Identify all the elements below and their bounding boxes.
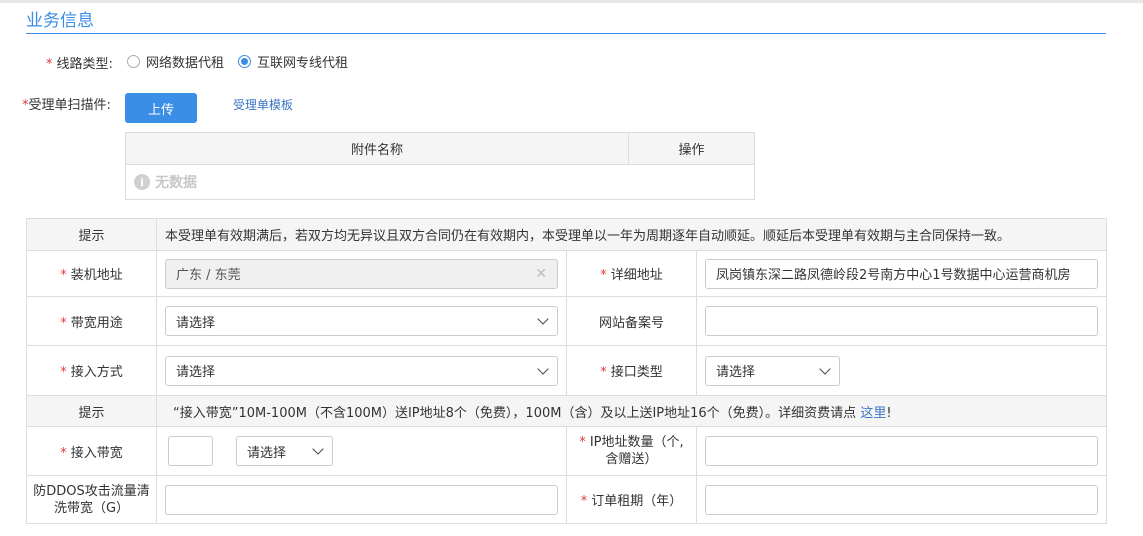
order-term-label: * 订单租期（年） — [566, 475, 697, 524]
tip-label-2: 提示 — [26, 395, 157, 427]
radio-network-data[interactable]: 网络数据代租 — [127, 52, 224, 71]
detail-address-label: * 详细地址 — [566, 250, 697, 297]
chevron-down-icon — [312, 443, 324, 455]
access-mode-select[interactable]: 请选择 — [165, 355, 558, 386]
chevron-down-icon — [537, 362, 549, 375]
template-link[interactable]: 受理单模板 — [233, 96, 293, 113]
chevron-down-icon — [537, 313, 549, 325]
attachments-table: 附件名称 操作 i 无数据 — [125, 132, 755, 200]
business-form-table: 提示 本受理单有效期满后，若双方均无异议且双方合同仍在有效期内，本受理单以一年为… — [26, 218, 1108, 524]
radio-checked-icon — [238, 55, 252, 68]
attachments-empty: i 无数据 — [126, 165, 754, 199]
tip-validity-text: 本受理单有效期满后，若双方均无异议且双方合同仍在有效期内，本受理单以一年为周期逐… — [155, 218, 1108, 251]
attachments-header: 附件名称 操作 — [126, 133, 754, 165]
interface-type-label: * 接口类型 — [566, 345, 697, 396]
bandwidth-use-label: * 带宽用途 — [26, 296, 157, 346]
col-action: 操作 — [678, 143, 705, 158]
bandwidth-use-select[interactable]: 请选择 — [165, 306, 558, 336]
top-divider — [0, 0, 1143, 3]
tip-bandwidth-text: “接入带宽”10M-100M（不含100M）送IP地址8个（免费），100M（含… — [155, 395, 1108, 427]
line-type-radio-group: 网络数据代租 互联网专线代租 — [127, 52, 348, 71]
radio-unchecked-icon — [127, 55, 140, 68]
access-bandwidth-label: * 接入带宽 — [26, 426, 157, 476]
interface-type-select[interactable]: 请选择 — [705, 355, 840, 386]
clear-icon[interactable]: ✕ — [535, 266, 547, 282]
site-record-input[interactable] — [705, 306, 1099, 336]
ip-count-input[interactable] — [705, 436, 1099, 466]
section-divider — [26, 33, 1106, 34]
upload-button[interactable]: 上传 — [125, 93, 197, 123]
access-bandwidth-input[interactable] — [168, 436, 213, 466]
scan-label: *受理单扫描件: — [22, 98, 111, 113]
ip-count-label: * IP地址数量（个,含赠送） — [566, 426, 697, 476]
site-record-label: 网站备案号 — [566, 296, 697, 346]
tip-label: 提示 — [26, 218, 157, 251]
ddos-label: 防DDOS攻击流量清洗带宽（G） — [26, 475, 157, 524]
info-icon: i — [134, 174, 150, 190]
chevron-down-icon — [819, 362, 831, 375]
ddos-input[interactable] — [165, 484, 558, 515]
radio-internet-dedicated[interactable]: 互联网专线代租 — [238, 52, 348, 71]
install-address-label: * 装机地址 — [26, 250, 157, 297]
bandwidth-unit-select[interactable]: 请选择 — [236, 436, 333, 466]
order-term-input[interactable] — [705, 484, 1099, 515]
col-attachment-name: 附件名称 — [126, 133, 629, 164]
detail-address-input[interactable]: 凤岗镇东深二路凤德岭段2号南方中心1号数据中心运营商机房 — [705, 258, 1099, 289]
pricing-link[interactable]: 这里 — [860, 406, 886, 421]
section-title: 业务信息 — [26, 11, 94, 31]
access-mode-label: * 接入方式 — [26, 345, 157, 396]
install-address-field[interactable]: 广东 / 东莞 ✕ — [165, 258, 558, 289]
line-type-label: * 线路类型: — [46, 57, 113, 72]
